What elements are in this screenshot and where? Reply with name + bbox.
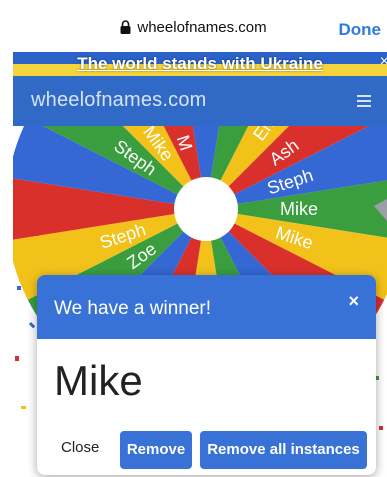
wheel-entry-label: Mike — [280, 199, 318, 219]
done-button[interactable]: Done — [339, 20, 382, 40]
ukraine-banner[interactable]: The world stands with Ukraine × — [13, 52, 387, 76]
site-header: wheelofnames.com — [13, 76, 387, 126]
winner-dialog-title: We have a winner! — [54, 298, 212, 319]
site-title[interactable]: wheelofnames.com — [31, 89, 207, 112]
browser-toolbar: wheelofnames.com Done — [0, 0, 387, 52]
ukraine-banner-link[interactable]: The world stands with Ukraine — [77, 54, 323, 73]
winner-name: Mike — [54, 357, 143, 404]
lock-icon — [120, 20, 131, 34]
winner-dialog-header: We have a winner! × — [37, 275, 376, 339]
address-bar[interactable]: wheelofnames.com — [0, 19, 387, 36]
close-button[interactable]: Close — [61, 439, 99, 456]
winner-dialog: We have a winner! × Mike Close Remove Re… — [37, 275, 376, 475]
banner-close-icon[interactable]: × — [380, 53, 387, 71]
remove-button[interactable]: Remove — [120, 431, 192, 469]
close-icon[interactable]: × — [348, 291, 359, 312]
url-text: wheelofnames.com — [137, 19, 267, 36]
wheel-center[interactable] — [174, 177, 238, 241]
winner-dialog-actions: Close Remove Remove all instances — [37, 427, 376, 469]
hamburger-menu-icon[interactable] — [357, 95, 371, 107]
remove-all-instances-button[interactable]: Remove all instances — [200, 431, 367, 469]
